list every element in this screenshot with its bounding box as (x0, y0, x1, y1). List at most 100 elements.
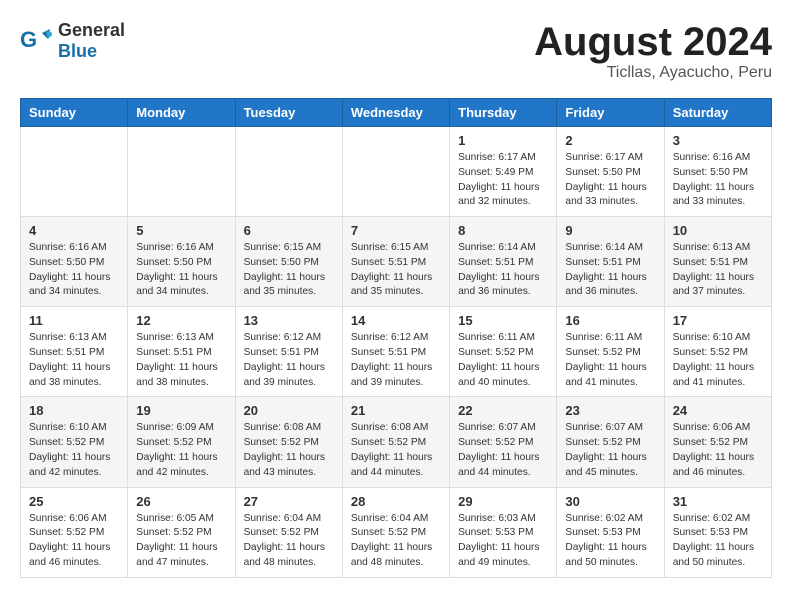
week-row-4: 18 Sunrise: 6:10 AM Sunset: 5:52 PM Dayli… (21, 397, 772, 487)
calendar-cell: 6 Sunrise: 6:15 AM Sunset: 5:50 PM Daylig… (235, 217, 342, 307)
cell-content: Sunrise: 6:11 AM Sunset: 5:52 PM Dayligh… (458, 331, 548, 390)
cell-content: Sunrise: 6:08 AM Sunset: 5:52 PM Dayligh… (244, 421, 334, 480)
calendar-cell: 14Sunrise: 6:12 AM Sunset: 5:51 PM Dayli… (342, 307, 449, 397)
day-number: 31 (673, 494, 763, 509)
calendar-cell: 25 Sunrise: 6:06 AM Sunset: 5:52 PM Dayli… (21, 487, 128, 577)
logo-blue: Blue (58, 41, 125, 62)
calendar-cell: 17 Sunrise: 6:10 AM Sunset: 5:52 PM Dayli… (664, 307, 771, 397)
calendar-cell: 22 Sunrise: 6:07 AM Sunset: 5:52 PM Dayli… (450, 397, 557, 487)
logo: G General Blue (20, 20, 125, 62)
calendar-body: 1 Sunrise: 6:17 AM Sunset: 5:49 PM Daylig… (21, 127, 772, 578)
day-number: 18 (29, 403, 119, 418)
cell-content: Sunrise: 6:09 AM Sunset: 5:52 PM Dayligh… (136, 421, 226, 480)
main-title: August 2024 (534, 20, 772, 64)
calendar-cell: 19Sunrise: 6:09 AM Sunset: 5:52 PM Dayli… (128, 397, 235, 487)
cell-content: Sunrise: 6:06 AM Sunset: 5:52 PM Dayligh… (673, 421, 763, 480)
day-number: 6 (244, 223, 334, 238)
day-number: 11 (29, 313, 119, 328)
day-number: 9 (565, 223, 655, 238)
calendar-cell: 24 Sunrise: 6:06 AM Sunset: 5:52 PM Dayli… (664, 397, 771, 487)
cell-content: Sunrise: 6:08 AM Sunset: 5:52 PM Dayligh… (351, 421, 441, 480)
cell-content: Sunrise: 6:17 AM Sunset: 5:49 PM Dayligh… (458, 151, 548, 210)
day-number: 13 (244, 313, 334, 328)
calendar-cell: 7 Sunrise: 6:15 AM Sunset: 5:51 PM Daylig… (342, 217, 449, 307)
day-number: 2 (565, 133, 655, 148)
header-day-saturday: Saturday (664, 99, 771, 127)
calendar-cell (342, 127, 449, 217)
calendar-cell: 30Sunrise: 6:02 AM Sunset: 5:53 PM Dayli… (557, 487, 664, 577)
calendar-cell: 29 Sunrise: 6:03 AM Sunset: 5:53 PM Dayli… (450, 487, 557, 577)
cell-content: Sunrise: 6:15 AM Sunset: 5:51 PM Dayligh… (351, 241, 441, 300)
calendar-cell: 10Sunrise: 6:13 AM Sunset: 5:51 PM Dayli… (664, 217, 771, 307)
day-number: 29 (458, 494, 548, 509)
cell-content: Sunrise: 6:04 AM Sunset: 5:52 PM Dayligh… (351, 512, 441, 571)
subtitle: Ticllas, Ayacucho, Peru (534, 64, 772, 82)
calendar-cell: 1 Sunrise: 6:17 AM Sunset: 5:49 PM Daylig… (450, 127, 557, 217)
day-number: 25 (29, 494, 119, 509)
cell-content: Sunrise: 6:02 AM Sunset: 5:53 PM Dayligh… (673, 512, 763, 571)
week-row-5: 25 Sunrise: 6:06 AM Sunset: 5:52 PM Dayli… (21, 487, 772, 577)
calendar-cell: 27Sunrise: 6:04 AM Sunset: 5:52 PM Dayli… (235, 487, 342, 577)
day-number: 17 (673, 313, 763, 328)
day-number: 20 (244, 403, 334, 418)
logo-icon: G (20, 25, 52, 57)
day-number: 5 (136, 223, 226, 238)
cell-content: Sunrise: 6:15 AM Sunset: 5:50 PM Dayligh… (244, 241, 334, 300)
day-number: 28 (351, 494, 441, 509)
calendar-cell (128, 127, 235, 217)
header-day-sunday: Sunday (21, 99, 128, 127)
logo-general: General (58, 20, 125, 41)
logo-text: General Blue (58, 20, 125, 62)
day-number: 7 (351, 223, 441, 238)
cell-content: Sunrise: 6:02 AM Sunset: 5:53 PM Dayligh… (565, 512, 655, 571)
week-row-1: 1 Sunrise: 6:17 AM Sunset: 5:49 PM Daylig… (21, 127, 772, 217)
cell-content: Sunrise: 6:10 AM Sunset: 5:52 PM Dayligh… (29, 421, 119, 480)
cell-content: Sunrise: 6:16 AM Sunset: 5:50 PM Dayligh… (136, 241, 226, 300)
calendar-cell: 26Sunrise: 6:05 AM Sunset: 5:52 PM Dayli… (128, 487, 235, 577)
calendar-cell: 28 Sunrise: 6:04 AM Sunset: 5:52 PM Dayli… (342, 487, 449, 577)
cell-content: Sunrise: 6:13 AM Sunset: 5:51 PM Dayligh… (673, 241, 763, 300)
day-number: 22 (458, 403, 548, 418)
calendar-cell: 15 Sunrise: 6:11 AM Sunset: 5:52 PM Dayli… (450, 307, 557, 397)
day-number: 24 (673, 403, 763, 418)
header-day-thursday: Thursday (450, 99, 557, 127)
header-day-friday: Friday (557, 99, 664, 127)
day-number: 4 (29, 223, 119, 238)
day-number: 23 (565, 403, 655, 418)
cell-content: Sunrise: 6:07 AM Sunset: 5:52 PM Dayligh… (458, 421, 548, 480)
cell-content: Sunrise: 6:16 AM Sunset: 5:50 PM Dayligh… (673, 151, 763, 210)
cell-content: Sunrise: 6:06 AM Sunset: 5:52 PM Dayligh… (29, 512, 119, 571)
cell-content: Sunrise: 6:12 AM Sunset: 5:51 PM Dayligh… (351, 331, 441, 390)
cell-content: Sunrise: 6:10 AM Sunset: 5:52 PM Dayligh… (673, 331, 763, 390)
calendar-table: SundayMondayTuesdayWednesdayThursdayFrid… (20, 98, 772, 578)
calendar-cell: 3 Sunrise: 6:16 AM Sunset: 5:50 PM Daylig… (664, 127, 771, 217)
title-section: August 2024 Ticllas, Ayacucho, Peru (534, 20, 772, 82)
day-number: 3 (673, 133, 763, 148)
cell-content: Sunrise: 6:11 AM Sunset: 5:52 PM Dayligh… (565, 331, 655, 390)
week-row-3: 11 Sunrise: 6:13 AM Sunset: 5:51 PM Dayli… (21, 307, 772, 397)
day-number: 1 (458, 133, 548, 148)
day-number: 26 (136, 494, 226, 509)
cell-content: Sunrise: 6:03 AM Sunset: 5:53 PM Dayligh… (458, 512, 548, 571)
cell-content: Sunrise: 6:17 AM Sunset: 5:50 PM Dayligh… (565, 151, 655, 210)
week-row-2: 4 Sunrise: 6:16 AM Sunset: 5:50 PM Daylig… (21, 217, 772, 307)
cell-content: Sunrise: 6:14 AM Sunset: 5:51 PM Dayligh… (565, 241, 655, 300)
cell-content: Sunrise: 6:13 AM Sunset: 5:51 PM Dayligh… (29, 331, 119, 390)
calendar-cell: 2 Sunrise: 6:17 AM Sunset: 5:50 PM Daylig… (557, 127, 664, 217)
page-header: G General Blue August 2024 Ticllas, Ayac… (20, 20, 772, 82)
calendar-cell: 31 Sunrise: 6:02 AM Sunset: 5:53 PM Dayli… (664, 487, 771, 577)
svg-text:G: G (20, 27, 37, 52)
calendar-cell: 16 Sunrise: 6:11 AM Sunset: 5:52 PM Dayli… (557, 307, 664, 397)
calendar-cell: 11 Sunrise: 6:13 AM Sunset: 5:51 PM Dayli… (21, 307, 128, 397)
cell-content: Sunrise: 6:14 AM Sunset: 5:51 PM Dayligh… (458, 241, 548, 300)
cell-content: Sunrise: 6:13 AM Sunset: 5:51 PM Dayligh… (136, 331, 226, 390)
day-number: 15 (458, 313, 548, 328)
day-number: 8 (458, 223, 548, 238)
cell-content: Sunrise: 6:12 AM Sunset: 5:51 PM Dayligh… (244, 331, 334, 390)
calendar-cell: 9 Sunrise: 6:14 AM Sunset: 5:51 PM Daylig… (557, 217, 664, 307)
calendar-cell: 23 Sunrise: 6:07 AM Sunset: 5:52 PM Dayli… (557, 397, 664, 487)
cell-content: Sunrise: 6:07 AM Sunset: 5:52 PM Dayligh… (565, 421, 655, 480)
header-day-wednesday: Wednesday (342, 99, 449, 127)
calendar-cell (21, 127, 128, 217)
day-number: 16 (565, 313, 655, 328)
